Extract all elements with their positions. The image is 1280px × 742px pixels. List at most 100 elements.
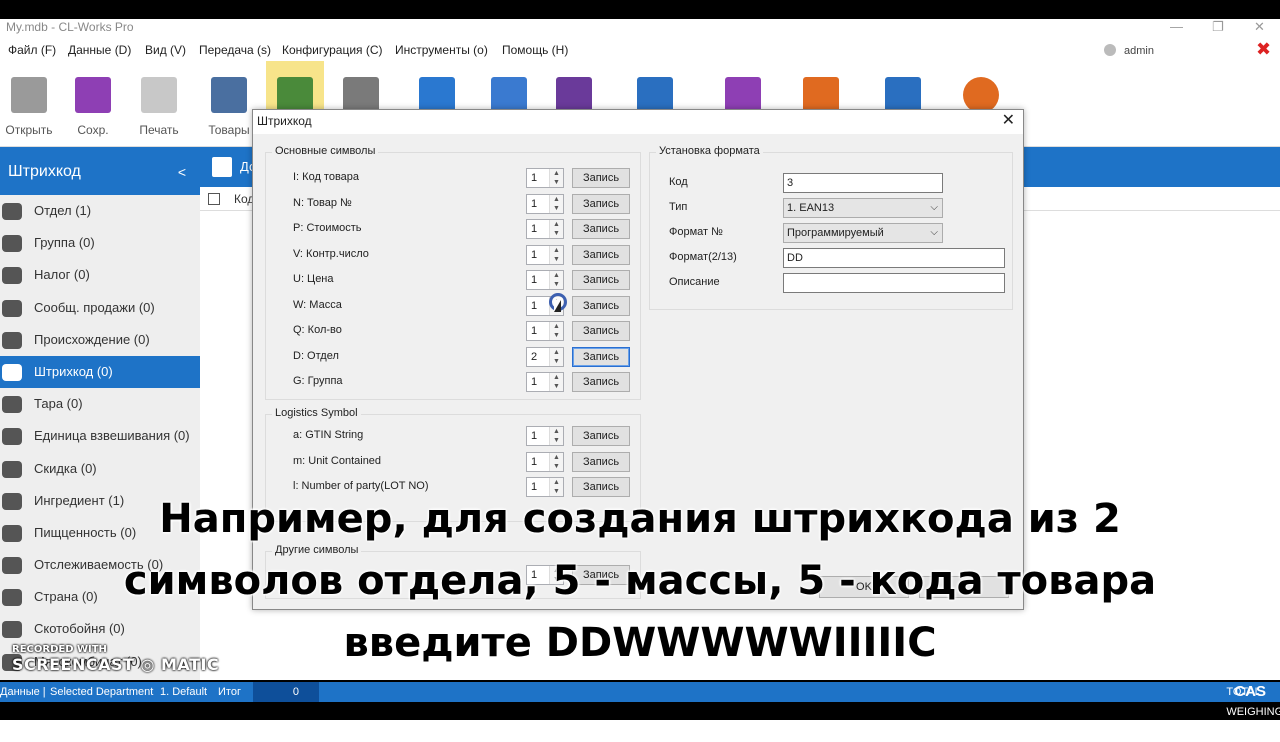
- printer-icon: [141, 77, 177, 113]
- sidebar-item-department[interactable]: Отдел (1): [0, 195, 200, 227]
- money-icon: [2, 267, 22, 285]
- weights-icon: [2, 428, 22, 446]
- spinner-arrows-icon[interactable]: ▲▼: [549, 452, 563, 471]
- spinner-arrows-icon[interactable]: ▲▼: [549, 373, 563, 391]
- symbol-insert-button[interactable]: Запись: [572, 168, 630, 188]
- symbol-row: m: Unit Contained 1 ▲ ▼ Запись: [273, 451, 633, 472]
- type-row: Тип 1. EAN13 ⌵: [669, 198, 1009, 218]
- spinner-arrows-icon[interactable]: ▲▼: [549, 271, 563, 289]
- department-icon: [2, 203, 22, 220]
- products-button[interactable]: Товары: [200, 61, 258, 145]
- menu-help[interactable]: Помощь (H): [502, 43, 568, 57]
- status-selected-department: Selected Department: [50, 686, 154, 698]
- sidebar-item-label: Сообщ. продажи (0): [34, 299, 155, 315]
- symbol-row: N: Товар № 1 ▲ ▼ Запись: [273, 193, 633, 214]
- code-input[interactable]: 3: [783, 173, 943, 193]
- spinner-arrows-icon[interactable]: ▲▼: [549, 194, 563, 213]
- symbol-label: G: Группа: [293, 375, 343, 387]
- symbol-length-spinner[interactable]: 1 ▲▼: [526, 270, 564, 290]
- symbol-insert-button[interactable]: Запись: [572, 346, 630, 367]
- menu-data[interactable]: Данные (D): [68, 43, 131, 57]
- print-button[interactable]: Печать: [130, 61, 188, 145]
- sidebar-item-origin[interactable]: Происхождение (0): [0, 324, 200, 356]
- message-icon: [2, 299, 22, 317]
- symbol-row: G: Группа 1 ▲ ▼ Запись: [273, 372, 633, 392]
- user-menu[interactable]: admin: [1104, 44, 1154, 57]
- symbol-label: W: Масса: [293, 298, 342, 311]
- symbol-insert-button[interactable]: Запись: [572, 426, 630, 446]
- symbol-label: U: Цена: [293, 273, 334, 285]
- sidebar-item-weight-unit[interactable]: Единица взвешивания (0): [0, 420, 200, 452]
- symbol-row: W: Масса1▲▼Запись: [273, 295, 633, 316]
- save-button[interactable]: Сохр.: [64, 61, 122, 145]
- sidebar-item-sales-message[interactable]: Сообщ. продажи (0): [0, 292, 200, 324]
- sidebar-item-label: Происхождение (0): [34, 331, 150, 347]
- symbol-length-spinner[interactable]: 1 ▲▼: [526, 168, 564, 188]
- symbol-length-spinner[interactable]: 1 ▲▼: [526, 372, 564, 392]
- select-all-checkbox[interactable]: [208, 193, 220, 205]
- menu-view[interactable]: Вид (V): [145, 43, 186, 57]
- grid-icon: [419, 77, 455, 113]
- code-label: Код: [669, 176, 688, 188]
- menu-transfer[interactable]: Передача (s): [199, 43, 271, 57]
- sidebar-item-discount[interactable]: Скидка (0): [0, 453, 200, 485]
- description-input[interactable]: [783, 273, 1005, 293]
- format-number-label: Формат №: [669, 226, 723, 238]
- dialog-title: Штрихкод: [257, 114, 312, 128]
- symbol-insert-button[interactable]: Запись: [572, 321, 630, 341]
- minimize-button[interactable]: —: [1170, 19, 1183, 35]
- sidebar-item-tare[interactable]: Тара (0): [0, 388, 200, 420]
- spinner-arrows-icon[interactable]: ▲▼: [549, 169, 563, 187]
- symbol-insert-button[interactable]: Запись: [572, 270, 630, 290]
- check-scale-icon: [885, 77, 921, 113]
- symbol-length-spinner[interactable]: 1 ▲▼: [526, 244, 564, 265]
- open-button[interactable]: Открыть: [0, 61, 58, 145]
- print-label: Печать: [139, 123, 179, 137]
- format-213-input[interactable]: DD: [783, 248, 1005, 268]
- window-close-button[interactable]: ✕: [1254, 19, 1265, 35]
- symbol-insert-button[interactable]: Запись: [572, 244, 630, 265]
- symbol-label: P: Стоимость: [293, 222, 362, 234]
- add-record-icon[interactable]: [212, 157, 232, 177]
- spinner-arrows-icon[interactable]: ▲▼: [549, 427, 563, 445]
- spinner-arrows-icon[interactable]: ▲▼: [549, 347, 563, 366]
- sidebar-item-label: Штрихкод (0): [34, 363, 113, 379]
- user-name: admin: [1124, 45, 1154, 57]
- collapse-sidebar-icon[interactable]: <: [178, 147, 186, 197]
- symbol-length-spinner[interactable]: 2 ▲ ▼: [526, 346, 564, 367]
- globe-icon: [2, 235, 22, 253]
- symbol-length-spinner[interactable]: 1 ▲▼: [526, 219, 564, 239]
- basket-icon: [2, 396, 22, 414]
- status-strip: Данные | Selected Department 1. Default …: [0, 682, 1280, 738]
- symbol-insert-button[interactable]: Запись: [572, 451, 630, 472]
- symbol-length-spinner[interactable]: 1 ▲▼: [526, 426, 564, 446]
- barcode-icon: [2, 363, 22, 381]
- restore-button[interactable]: ❐: [1212, 19, 1224, 35]
- sidebar-item-group[interactable]: Группа (0): [0, 227, 200, 259]
- exit-app-icon[interactable]: ✖: [1256, 39, 1271, 60]
- spinner-arrows-icon[interactable]: ▲▼: [549, 220, 563, 238]
- symbol-insert-button[interactable]: Запись: [572, 193, 630, 214]
- symbol-insert-button[interactable]: Запись: [572, 219, 630, 239]
- dialog-close-button[interactable]: ✕: [1002, 112, 1015, 130]
- save-icon: [75, 77, 111, 113]
- symbol-insert-button[interactable]: Запись: [572, 372, 630, 392]
- spinner-arrows-icon[interactable]: ▲▼: [549, 322, 563, 340]
- symbol-length-spinner[interactable]: 1 ▲▼: [526, 193, 564, 214]
- menu-file[interactable]: Файл (F): [8, 43, 56, 57]
- type-select[interactable]: 1. EAN13 ⌵: [783, 198, 943, 218]
- symbol-row: P: Стоимость 1 ▲ ▼ Запись: [273, 219, 633, 239]
- menu-tools[interactable]: Инструменты (o): [395, 43, 488, 57]
- symbol-length-spinner[interactable]: 1 ▲▼: [526, 451, 564, 472]
- delete-scale-icon: [803, 77, 839, 113]
- symbol-length-spinner[interactable]: 1 ▲▼: [526, 321, 564, 341]
- symbol-label: m: Unit Contained: [293, 454, 382, 467]
- menu-configuration[interactable]: Конфигурация (C): [282, 43, 383, 57]
- mouse-pointer-icon: [554, 300, 561, 312]
- status-itog-label: Итог: [218, 686, 241, 698]
- symbol-insert-button[interactable]: Запись: [572, 295, 630, 316]
- sidebar-item-tax[interactable]: Налог (0): [0, 259, 200, 291]
- sidebar-item-barcode[interactable]: Штрихкод (0): [0, 355, 200, 389]
- spinner-arrows-icon[interactable]: ▲▼: [549, 245, 563, 264]
- format-number-select[interactable]: Программируемый ⌵: [783, 223, 943, 243]
